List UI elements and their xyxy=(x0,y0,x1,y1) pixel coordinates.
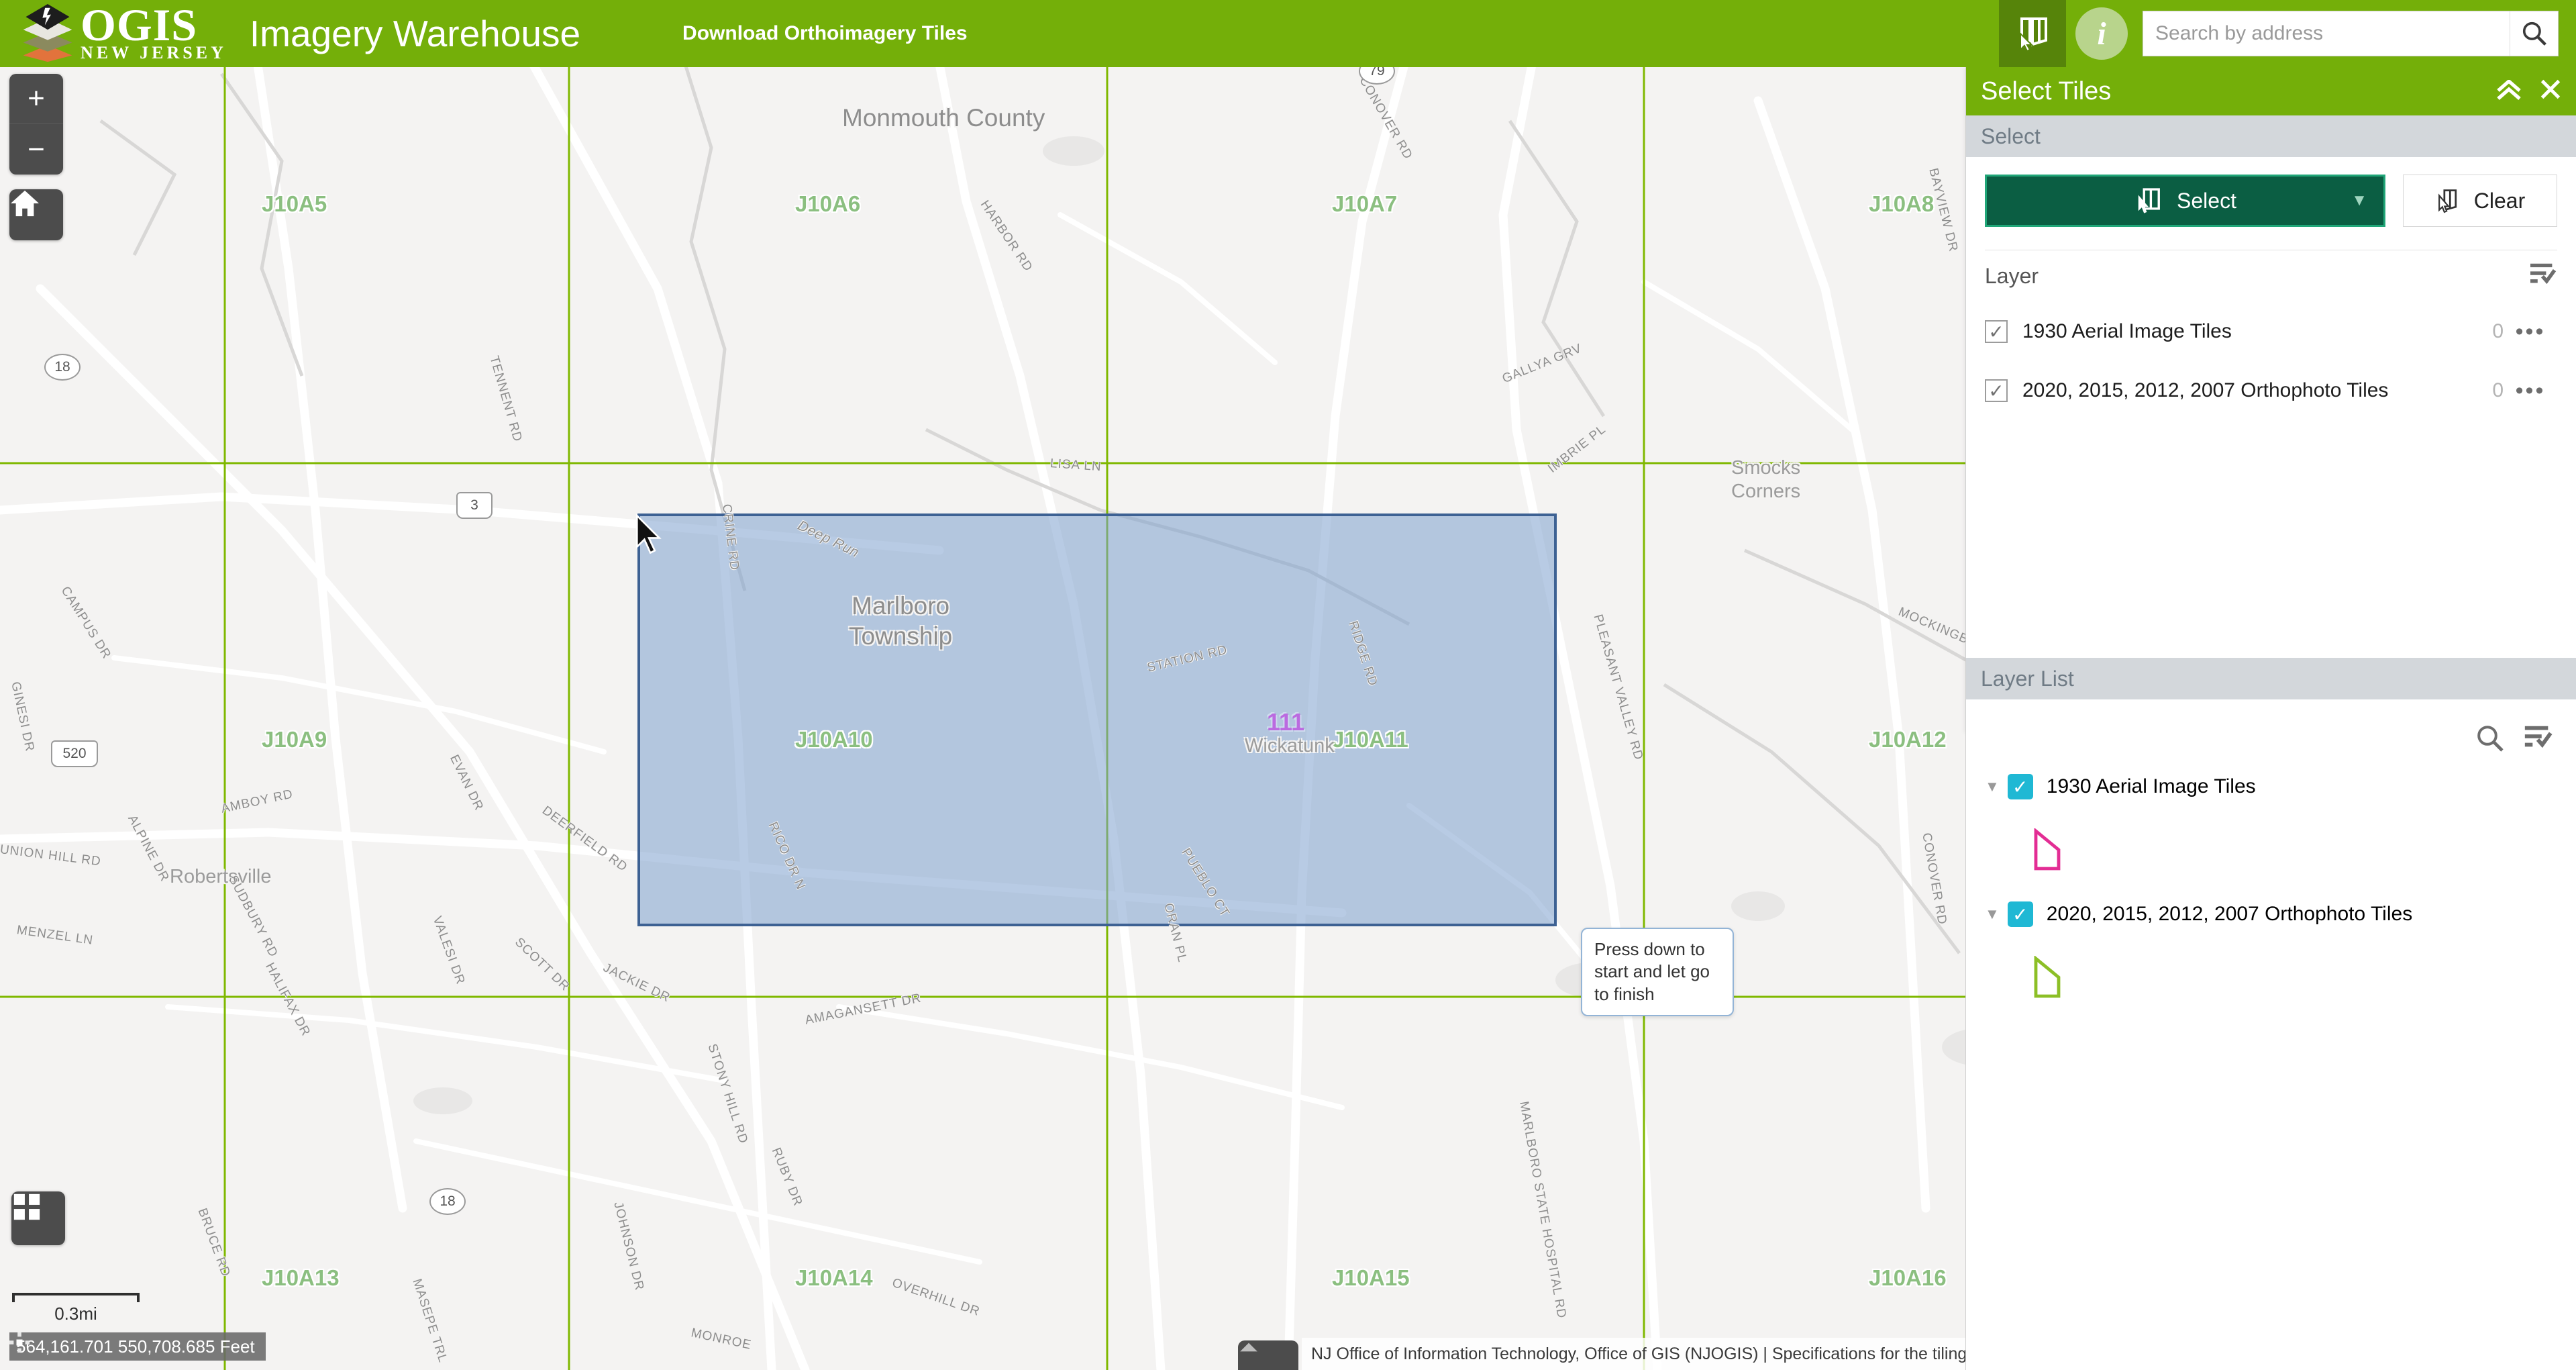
zoom-in-button[interactable]: + xyxy=(9,74,63,124)
layer-list-item[interactable]: ▼ ✓ 2020, 2015, 2012, 2007 Orthophoto Tile… xyxy=(1966,891,2576,938)
list-options-icon xyxy=(2524,726,2553,748)
clear-selection-icon xyxy=(2438,189,2457,213)
app-title: Imagery Warehouse xyxy=(249,13,581,54)
layer-section-header: Layer xyxy=(1985,250,2557,302)
select-button[interactable]: Select ▼ xyxy=(1985,175,2385,227)
layer-row[interactable]: ✓ 1930 Aerial Image Tiles 0 ••• xyxy=(1985,302,2557,361)
basemap-grid-icon xyxy=(13,1193,40,1220)
search-icon xyxy=(2477,726,2504,752)
layer-list-search-button[interactable] xyxy=(2475,724,2505,756)
chevron-up-icon xyxy=(1240,1342,1257,1352)
layer-visibility-checkbox[interactable]: ✓ xyxy=(2007,774,2033,799)
search-input[interactable] xyxy=(2143,11,2510,56)
info-button[interactable]: i xyxy=(2075,7,2128,60)
coordinate-value: 564,161.701 550,708.685 Feet xyxy=(16,1336,255,1357)
select-tiles-widget: Select Tiles Select Select ▼ Clear Layer… xyxy=(1965,67,2576,733)
layer-header-label: Layer xyxy=(1985,264,2039,288)
layer-name: 2020, 2015, 2012, 2007 Orthophoto Tiles xyxy=(2022,379,2389,401)
layer-list-item-label: 1930 Aerial Image Tiles xyxy=(2046,775,2256,797)
layer-list-widget: Layer List ▼ ✓ 1930 Aerial Image Tiles ▼ ✓ 20… xyxy=(1965,658,2576,1370)
layer-legend-symbol xyxy=(1966,810,2576,891)
expander-icon[interactable]: ▼ xyxy=(1985,906,2000,923)
scale-bar-line xyxy=(12,1293,140,1302)
search-icon xyxy=(2522,21,2546,46)
layer-list-row-group: ▼ ✓ 1930 Aerial Image Tiles ▼ ✓ 2020, 2015, 2… xyxy=(1966,763,2576,1018)
header-tools: i xyxy=(1999,0,2576,67)
clear-button[interactable]: Clear xyxy=(2403,175,2557,227)
chevron-down-icon[interactable]: ▼ xyxy=(2351,191,2367,210)
layer-row-group: ✓ 1930 Aerial Image Tiles 0 ••• ✓ 2020, 2015,… xyxy=(1985,302,2557,420)
select-tiles-tool-button[interactable] xyxy=(1999,0,2066,67)
select-actions: Select ▼ Clear xyxy=(1985,175,2557,227)
crosshair-icon xyxy=(9,1332,30,1353)
coordinate-readout[interactable]: 564,161.701 550,708.685 Feet xyxy=(9,1332,266,1361)
layer-options-button[interactable] xyxy=(2528,262,2557,291)
select-rect-icon xyxy=(2138,188,2160,213)
draw-hint-tooltip: Press down to start and let go to finish xyxy=(1581,928,1734,1016)
select-button-label: Select xyxy=(2177,188,2236,213)
home-icon xyxy=(11,190,39,217)
close-icon xyxy=(2540,79,2561,99)
select-tiles-titlebar: Select Tiles xyxy=(1966,67,2576,115)
expander-icon[interactable]: ▼ xyxy=(1985,778,2000,795)
select-tiles-icon xyxy=(2020,17,2047,52)
layer-checkbox[interactable]: ✓ xyxy=(1985,320,2008,343)
layer-list-item[interactable]: ▼ ✓ 1930 Aerial Image Tiles xyxy=(1966,763,2576,810)
home-button[interactable] xyxy=(9,189,63,240)
layer-list-options-button[interactable] xyxy=(2522,724,2553,756)
select-widget-body: Select ▼ Clear Layer ✓ 1930 Aerial Image… xyxy=(1966,157,2576,420)
right-panel: Select Tiles Select Select ▼ Clear Layer… xyxy=(1965,67,2576,1370)
zoom-out-button[interactable]: − xyxy=(9,124,63,175)
layer-visibility-checkbox[interactable]: ✓ xyxy=(2007,901,2033,927)
close-button[interactable] xyxy=(2540,78,2561,105)
layers-diamond-icon xyxy=(17,4,78,63)
layer-list-title: Layer List xyxy=(1966,658,2576,699)
layer-row[interactable]: ✓ 2020, 2015, 2012, 2007 Orthophoto Tiles… xyxy=(1985,361,2557,420)
layer-legend-symbol xyxy=(1966,938,2576,1018)
basemap-gallery-button[interactable] xyxy=(11,1191,65,1245)
layer-name: 1930 Aerial Image Tiles xyxy=(2022,320,2232,342)
layer-menu-button[interactable]: ••• xyxy=(2504,319,2557,345)
zoom-controls[interactable]: + − xyxy=(9,74,63,175)
njogis-logo[interactable]: OGIS NEW JERSEY xyxy=(17,0,227,63)
app-header: OGIS NEW JERSEY Imagery Warehouse Downlo… xyxy=(0,0,2576,67)
chevron-up-icon xyxy=(2497,79,2521,100)
layer-count: 0 xyxy=(2492,379,2504,401)
scale-bar: 0.3mi xyxy=(12,1293,140,1324)
logo-secondary-text: NEW JERSEY xyxy=(81,42,227,62)
search-box[interactable] xyxy=(2143,11,2559,56)
attribution-collapse-button[interactable] xyxy=(1238,1340,1298,1370)
layer-menu-button[interactable]: ••• xyxy=(2504,378,2557,404)
select-subheader: Select xyxy=(1966,115,2576,157)
layer-list-tools xyxy=(1966,699,2576,763)
logo-primary-text: OGIS xyxy=(81,0,198,51)
layer-count: 0 xyxy=(2492,320,2504,342)
select-tiles-title: Select Tiles xyxy=(1981,77,2112,105)
search-button[interactable] xyxy=(2510,11,2558,56)
collapse-button[interactable] xyxy=(2495,78,2522,105)
nav-download-orthoimagery-tiles[interactable]: Download Orthoimagery Tiles xyxy=(682,22,968,45)
layer-checkbox[interactable]: ✓ xyxy=(1985,379,2008,402)
layer-list-item-label: 2020, 2015, 2012, 2007 Orthophoto Tiles xyxy=(2046,903,2413,925)
clear-button-label: Clear xyxy=(2473,188,2526,213)
list-options-icon xyxy=(2530,263,2557,284)
scale-bar-label: 0.3mi xyxy=(54,1304,97,1324)
